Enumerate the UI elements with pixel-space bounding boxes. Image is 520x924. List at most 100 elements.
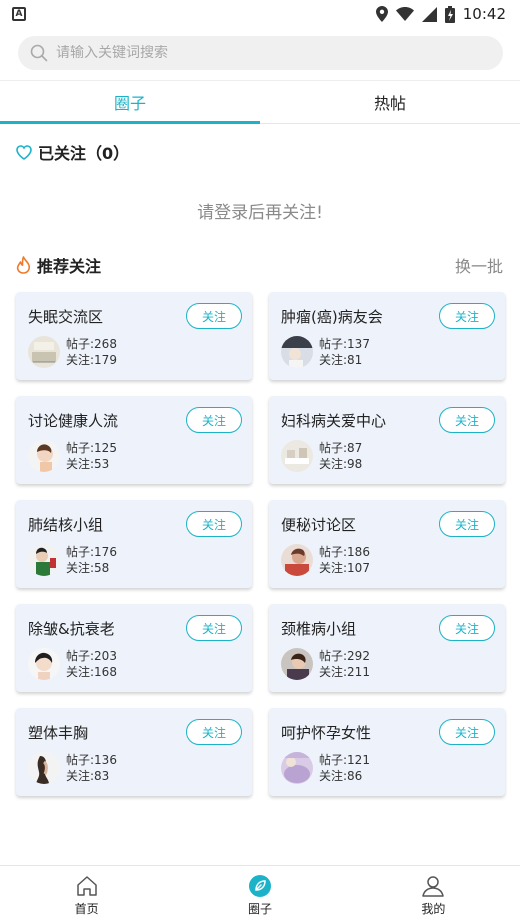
signal-icon — [421, 6, 437, 22]
follow-button[interactable]: 关注 — [186, 511, 242, 537]
follow-count: 关注:81 — [319, 353, 363, 367]
tab-bar: 圈子 热帖 — [0, 80, 520, 124]
group-stats: 帖子:203 关注:168 — [66, 648, 117, 680]
group-name: 塑体丰胸 — [28, 724, 89, 742]
home-icon — [76, 875, 97, 896]
bottom-nav: 首页 圈子 我的 — [0, 865, 520, 924]
group-name: 讨论健康人流 — [28, 412, 119, 430]
follow-button[interactable]: 关注 — [186, 407, 242, 433]
group-stats: 帖子:136 关注:83 — [66, 752, 117, 784]
post-count: 帖子:176 — [66, 545, 117, 559]
post-count: 帖子:136 — [66, 753, 117, 767]
recommend-header: 推荐关注 换一批 — [16, 253, 503, 277]
login-hint[interactable]: 请登录后再关注! — [0, 198, 520, 223]
group-avatar — [281, 336, 313, 368]
group-card[interactable]: 失眠交流区 关注 帖子:268 关注:179 — [16, 292, 252, 380]
group-stats: 帖子:186 关注:107 — [319, 544, 370, 576]
group-avatar — [281, 752, 313, 784]
search-bar[interactable] — [18, 36, 503, 70]
location-icon — [375, 6, 388, 22]
follow-button[interactable]: 关注 — [186, 615, 242, 641]
post-count: 帖子:87 — [319, 441, 363, 455]
wifi-icon — [395, 7, 414, 21]
group-card[interactable]: 肿瘤(癌)病友会 关注 帖子:137 关注:81 — [269, 292, 505, 380]
search-icon — [30, 44, 48, 62]
follow-count: 关注:53 — [66, 457, 110, 471]
post-count: 帖子:292 — [319, 649, 370, 663]
follow-button[interactable]: 关注 — [439, 719, 495, 745]
follow-count: 关注:179 — [66, 353, 117, 367]
followed-label: 已关注（0） — [38, 144, 130, 163]
flame-icon — [16, 256, 31, 274]
group-stats: 帖子:176 关注:58 — [66, 544, 117, 576]
group-name: 失眠交流区 — [28, 308, 104, 326]
post-count: 帖子:137 — [319, 337, 370, 351]
nav-item-mine[interactable]: 我的 — [347, 866, 520, 924]
recommend-title-text: 推荐关注 — [37, 257, 102, 276]
a-badge-icon: A — [12, 7, 26, 21]
leaf-icon — [248, 874, 271, 897]
tab-hot-posts[interactable]: 热帖 — [260, 81, 520, 123]
nav-item-home[interactable]: 首页 — [0, 866, 173, 924]
recommend-title: 推荐关注 — [16, 253, 101, 277]
group-name: 便秘讨论区 — [281, 516, 357, 534]
group-stats: 帖子:87 关注:98 — [319, 440, 362, 472]
switch-batch-button[interactable]: 换一批 — [455, 253, 503, 277]
group-card[interactable]: 妇科病关爱中心 关注 帖子:87 关注:98 — [269, 396, 505, 484]
post-count: 帖子:268 — [66, 337, 117, 351]
follow-button[interactable]: 关注 — [439, 615, 495, 641]
group-avatar — [281, 648, 313, 680]
group-stats: 帖子:268 关注:179 — [66, 336, 117, 368]
follow-count: 关注:58 — [66, 561, 110, 575]
group-avatar — [28, 336, 60, 368]
follow-count: 关注:86 — [319, 769, 363, 783]
group-name: 肿瘤(癌)病友会 — [281, 308, 383, 326]
nav-label: 圈子 — [247, 901, 272, 916]
nav-label: 首页 — [74, 901, 99, 916]
nav-item-circles[interactable]: 圈子 — [173, 866, 346, 924]
search-input[interactable] — [56, 45, 476, 61]
follow-button[interactable]: 关注 — [186, 719, 242, 745]
group-stats: 帖子:125 关注:53 — [66, 440, 117, 472]
follow-count: 关注:211 — [319, 665, 370, 679]
group-card[interactable]: 呵护怀孕女性 关注 帖子:121 关注:86 — [269, 708, 505, 796]
post-count: 帖子:186 — [319, 545, 370, 559]
group-avatar — [28, 752, 60, 784]
battery-icon — [444, 5, 455, 23]
follow-button[interactable]: 关注 — [439, 303, 495, 329]
user-icon — [422, 875, 445, 897]
nav-label: 我的 — [421, 901, 446, 916]
post-count: 帖子:203 — [66, 649, 117, 663]
follow-button[interactable]: 关注 — [439, 511, 495, 537]
follow-button[interactable]: 关注 — [186, 303, 242, 329]
heart-icon — [16, 144, 32, 160]
follow-count: 关注:83 — [66, 769, 110, 783]
status-bar: A 10:42 — [0, 0, 520, 28]
group-card[interactable]: 肺结核小组 关注 帖子:176 关注:58 — [16, 500, 252, 588]
group-card[interactable]: 除皱&抗衰老 关注 帖子:203 关注:168 — [16, 604, 252, 692]
post-count: 帖子:125 — [66, 441, 117, 455]
status-time: 10:42 — [462, 5, 506, 23]
follow-count: 关注:107 — [319, 561, 370, 575]
group-card[interactable]: 塑体丰胸 关注 帖子:136 关注:83 — [16, 708, 252, 796]
group-avatar — [281, 544, 313, 576]
post-count: 帖子:121 — [319, 753, 370, 767]
group-card[interactable]: 颈椎病小组 关注 帖子:292 关注:211 — [269, 604, 505, 692]
status-icons: 10:42 — [375, 5, 506, 23]
group-stats: 帖子:137 关注:81 — [319, 336, 370, 368]
group-avatar — [28, 648, 60, 680]
group-name: 颈椎病小组 — [281, 620, 357, 638]
follow-button[interactable]: 关注 — [439, 407, 495, 433]
tab-circles[interactable]: 圈子 — [0, 81, 260, 124]
group-card[interactable]: 讨论健康人流 关注 帖子:125 关注:53 — [16, 396, 252, 484]
follow-count: 关注:98 — [319, 457, 363, 471]
group-card[interactable]: 便秘讨论区 关注 帖子:186 关注:107 — [269, 500, 505, 588]
follow-count: 关注:168 — [66, 665, 117, 679]
followed-header: 已关注（0） — [16, 140, 129, 164]
group-name: 妇科病关爱中心 — [281, 412, 387, 430]
group-avatar — [281, 440, 313, 472]
group-avatar — [28, 440, 60, 472]
group-name: 呵护怀孕女性 — [281, 724, 372, 742]
group-stats: 帖子:292 关注:211 — [319, 648, 370, 680]
group-stats: 帖子:121 关注:86 — [319, 752, 370, 784]
